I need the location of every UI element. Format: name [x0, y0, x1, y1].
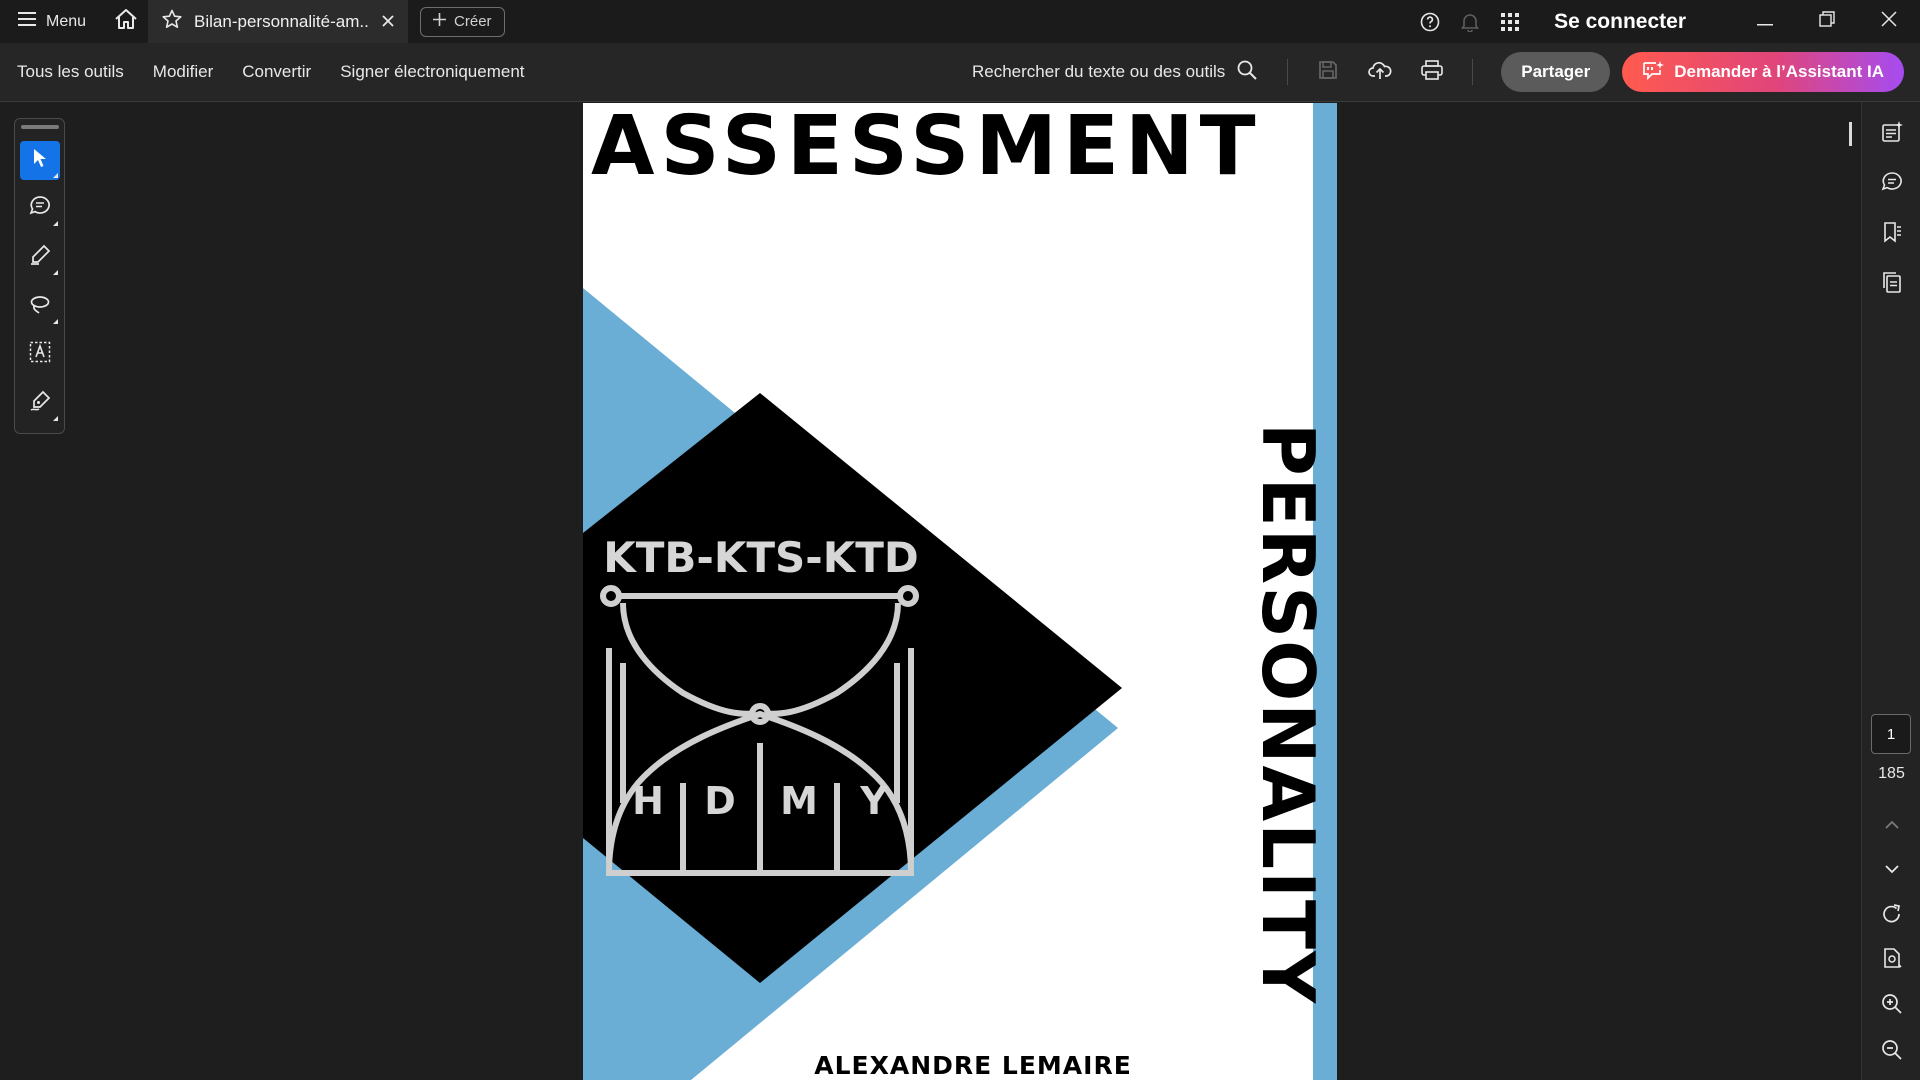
star-icon[interactable] [162, 9, 182, 34]
main-toolbar: Tous les outils Modifier Convertir Signe… [0, 43, 1920, 102]
page-tools-button[interactable] [1862, 942, 1920, 978]
menu-label: Menu [46, 12, 87, 30]
search-tools[interactable]: Rechercher du texte ou des outils [972, 60, 1273, 85]
pointer-icon [31, 148, 49, 173]
rotate-button[interactable] [1862, 898, 1920, 934]
minimize-icon [1757, 13, 1773, 31]
quick-tools-panel [14, 118, 65, 434]
menu-all-tools[interactable]: Tous les outils [17, 62, 124, 82]
comments-icon [1881, 171, 1903, 198]
draw-tool[interactable] [20, 287, 60, 326]
submenu-indicator [52, 318, 58, 324]
cloud-upload-icon [1368, 60, 1392, 85]
help-icon[interactable] [1410, 0, 1450, 43]
comment-tool[interactable] [20, 190, 60, 229]
copy-pages-icon [1881, 271, 1903, 298]
document-settings-icon [1881, 947, 1903, 974]
apps-grid-icon[interactable] [1490, 0, 1530, 43]
highlighter-icon [29, 244, 51, 271]
create-label: Créer [454, 13, 492, 30]
logo-letter-y: Y [860, 779, 888, 823]
comment-icon [29, 195, 51, 222]
upload-button[interactable] [1360, 52, 1400, 92]
next-page-button[interactable] [1862, 852, 1920, 888]
cover-title: ASSESSMENT [591, 103, 1262, 194]
bookmarks-panel-button[interactable] [1862, 216, 1920, 252]
submenu-indicator [52, 269, 58, 275]
submenu-indicator [52, 172, 58, 178]
save-icon [1318, 60, 1338, 85]
vertical-scrollbar[interactable] [1849, 122, 1852, 146]
lasso-icon [29, 293, 51, 320]
logo-text: KTB-KTS-KTD [603, 533, 919, 582]
sign-tool[interactable] [20, 384, 60, 423]
toolbar-divider [1287, 59, 1289, 85]
ai-summary-button[interactable] [1862, 116, 1920, 152]
previous-page-button[interactable] [1862, 808, 1920, 844]
search-label: Rechercher du texte ou des outils [972, 62, 1226, 81]
cover-artwork [583, 103, 1337, 1080]
comments-panel-button[interactable] [1862, 166, 1920, 202]
submenu-indicator [52, 221, 58, 227]
home-icon [114, 8, 138, 35]
panel-drag-handle[interactable] [20, 125, 59, 129]
ai-assistant-label: Demander à l’Assistant IA [1674, 62, 1884, 81]
menu-e-sign[interactable]: Signer électroniquement [340, 62, 524, 82]
menu-edit[interactable]: Modifier [153, 62, 213, 82]
select-tool[interactable] [19, 140, 60, 180]
share-button[interactable]: Partager [1501, 52, 1611, 92]
logo-letter-h: H [632, 779, 664, 823]
zoom-out-icon [1881, 1039, 1903, 1066]
print-button[interactable] [1412, 52, 1452, 92]
printer-icon [1421, 59, 1444, 85]
right-side-rail: 1 185 [1861, 102, 1920, 1080]
restore-button[interactable] [1796, 0, 1858, 43]
home-button[interactable] [104, 0, 148, 43]
cover-side-title: PERSONALITY [1246, 422, 1330, 1006]
close-tab-icon[interactable] [382, 12, 394, 32]
notifications-icon[interactable] [1450, 0, 1490, 43]
bookmark-icon [1881, 221, 1903, 248]
total-pages: 185 [1878, 765, 1905, 782]
ai-assistant-icon [1642, 60, 1665, 85]
document-page: ASSESSMENT PERSONALITY KTB-KTS-KTD H D M… [583, 103, 1337, 1080]
text-box-icon [29, 341, 51, 368]
text-select-tool[interactable] [20, 336, 60, 375]
search-icon [1237, 60, 1257, 85]
chevron-up-icon [1884, 817, 1900, 835]
submenu-indicator [52, 416, 58, 421]
create-button[interactable]: Créer [420, 6, 505, 37]
menu-button[interactable]: Menu [0, 0, 104, 43]
acrobat-window: Menu Bilan-personnalité-am... Créer Se c… [0, 0, 1920, 1080]
black-diamond [583, 393, 1122, 983]
current-page-input[interactable]: 1 [1871, 714, 1911, 754]
close-window-button[interactable] [1858, 0, 1920, 43]
title-right-group: Se connecter [1410, 0, 1920, 43]
title-bar: Menu Bilan-personnalité-am... Créer Se c… [0, 0, 1920, 43]
pen-sign-icon [29, 390, 51, 417]
ai-assistant-button[interactable]: Demander à l’Assistant IA [1622, 52, 1904, 92]
logo-letter-d: D [704, 779, 736, 823]
highlight-tool[interactable] [20, 238, 60, 277]
logo-letter-m: M [780, 779, 818, 823]
zoom-out-button[interactable] [1862, 1034, 1920, 1070]
menu-convert[interactable]: Convertir [242, 62, 311, 82]
hamburger-icon [18, 12, 36, 31]
document-tab[interactable]: Bilan-personnalité-am... [148, 0, 409, 43]
toolbar-divider-2 [1472, 59, 1474, 85]
zoom-in-button[interactable] [1862, 988, 1920, 1024]
document-summary-icon [1881, 120, 1903, 148]
plus-icon [433, 13, 447, 30]
restore-icon [1819, 11, 1835, 32]
zoom-in-icon [1881, 993, 1903, 1020]
close-icon [1881, 11, 1897, 32]
refresh-icon [1881, 903, 1903, 930]
tab-title: Bilan-personnalité-am... [194, 11, 371, 31]
chevron-down-icon [1884, 861, 1900, 879]
author-name: ALEXANDRE LEMAIRE [814, 1051, 1132, 1080]
pages-panel-button[interactable] [1862, 266, 1920, 302]
minimize-button[interactable] [1734, 0, 1796, 43]
save-button[interactable] [1308, 52, 1348, 92]
sign-in-link[interactable]: Se connecter [1554, 10, 1686, 34]
